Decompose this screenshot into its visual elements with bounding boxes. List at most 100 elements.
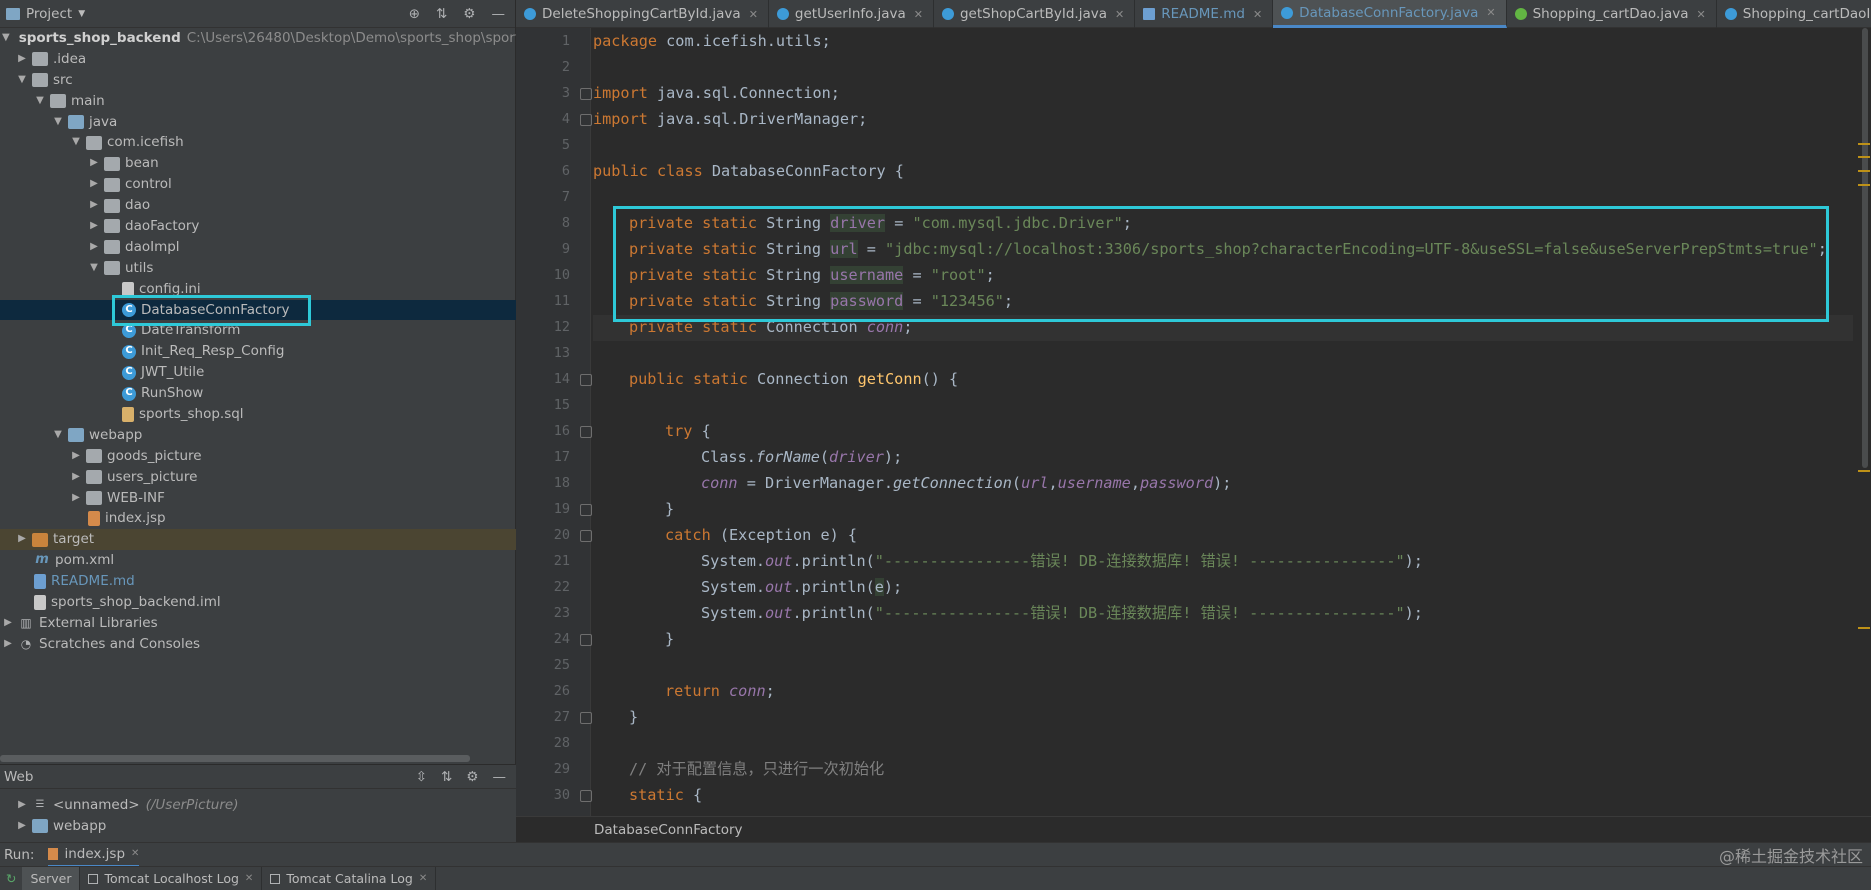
close-icon[interactable]: ✕	[1697, 8, 1706, 21]
tree-item-daofactory[interactable]: ▶ daoFactory	[0, 216, 516, 237]
tree-item-package[interactable]: ▼ com.icefish	[0, 132, 516, 153]
minimize-icon[interactable]: —	[493, 769, 507, 785]
tree-item-iml[interactable]: sports_shop_backend.iml	[0, 592, 516, 613]
tree-item-external-libraries[interactable]: ▶ ▥ External Libraries	[0, 613, 516, 634]
tree-item-sql-file[interactable]: sports_shop.sql	[0, 404, 516, 425]
tab-tomcat-catalina-log[interactable]: Tomcat Catalina Log ✕	[262, 866, 437, 890]
scroll-marker[interactable]	[1858, 470, 1870, 472]
close-icon[interactable]: ✕	[749, 8, 758, 21]
tree-item-config-ini[interactable]: config.ini	[0, 279, 516, 300]
scrollbar-thumb[interactable]	[1862, 28, 1868, 468]
fold-marker-icon[interactable]	[580, 530, 592, 542]
code-editor[interactable]: package com.icefish.utils; import java.s…	[593, 28, 1853, 816]
tab-server[interactable]: Server	[22, 866, 81, 890]
tree-item-databaseconnfactory[interactable]: C DatabaseConnFactory	[0, 299, 516, 321]
tree-item-root[interactable]: ▼ sports_shop_backend C:\Users\26480\Des…	[0, 28, 582, 49]
scroll-marker[interactable]	[1858, 156, 1870, 158]
close-icon[interactable]: ✕	[914, 8, 923, 21]
tree-item-pom[interactable]: m pom.xml	[0, 550, 516, 571]
tree-item-bean[interactable]: ▶ bean	[0, 153, 516, 174]
tab-deleteshoppingcartbyid[interactable]: DeleteShoppingCartById.java ✕	[516, 0, 769, 28]
tab-databaseconnfactory[interactable]: DatabaseConnFactory.java ✕	[1273, 0, 1507, 28]
tree-item-java[interactable]: ▼ java	[0, 112, 516, 133]
tree-item-readme[interactable]: README.md	[0, 571, 516, 592]
chevron-down-icon[interactable]: ▼	[70, 132, 82, 153]
chevron-down-icon[interactable]: ▼	[2, 28, 10, 49]
fold-marker-icon[interactable]	[580, 504, 592, 516]
tree-item-utils[interactable]: ▼ utils	[0, 258, 516, 279]
tree-item-target[interactable]: ▶ target	[0, 529, 516, 551]
tree-item-idea[interactable]: ▶ .idea	[0, 49, 516, 70]
fold-marker-icon[interactable]	[580, 426, 592, 438]
close-icon[interactable]: ✕	[131, 848, 139, 859]
gear-icon[interactable]: ⚙	[466, 769, 478, 785]
chevron-right-icon[interactable]: ▶	[16, 49, 28, 70]
tree-item-index-jsp[interactable]: index.jsp	[0, 508, 516, 529]
chevron-right-icon[interactable]: ▶	[88, 216, 100, 237]
breadcrumb[interactable]: DatabaseConnFactory	[516, 816, 1871, 842]
tab-shopping-cartdao[interactable]: Shopping_cartDao.java ✕	[1507, 0, 1717, 28]
tree-item-users-picture[interactable]: ▶ users_picture	[0, 467, 516, 488]
tree-item-main[interactable]: ▼ main	[0, 91, 516, 112]
tree-item-src[interactable]: ▼ src	[0, 70, 516, 91]
chevron-right-icon[interactable]: ▶	[16, 795, 28, 816]
close-icon[interactable]: ✕	[1486, 6, 1495, 19]
tree-item-goods-picture[interactable]: ▶ goods_picture	[0, 446, 516, 467]
chevron-right-icon[interactable]: ▶	[16, 529, 28, 550]
chevron-right-icon[interactable]: ▶	[70, 467, 82, 488]
close-icon[interactable]: ✕	[419, 873, 427, 884]
fold-marker-icon[interactable]	[580, 114, 592, 126]
tree-item-dao[interactable]: ▶ dao	[0, 195, 516, 216]
chevron-right-icon[interactable]: ▶	[88, 153, 100, 174]
chevron-right-icon[interactable]: ▶	[88, 237, 100, 258]
tab-getuserinfo[interactable]: getUserInfo.java ✕	[769, 0, 934, 28]
scroll-marker[interactable]	[1858, 184, 1870, 186]
scroll-marker[interactable]	[1858, 143, 1870, 145]
chevron-right-icon[interactable]: ▶	[2, 613, 14, 634]
scroll-marker[interactable]	[1858, 170, 1870, 172]
close-icon[interactable]: ✕	[245, 873, 253, 884]
tab-shopping-cartdaoimpl[interactable]: Shopping_cartDaoImpl.java	[1717, 0, 1871, 28]
tree-item-datetransform[interactable]: C DateTransform	[0, 320, 516, 341]
close-icon[interactable]: ✕	[1115, 8, 1124, 21]
tree-item-scratches[interactable]: ▶ ◔ Scratches and Consoles	[0, 634, 516, 655]
fold-marker-icon[interactable]	[580, 634, 592, 646]
horizontal-scrollbar[interactable]	[0, 755, 470, 762]
tree-item-runshow[interactable]: C RunShow	[0, 383, 516, 404]
chevron-down-icon[interactable]: ▼	[34, 91, 46, 112]
run-tab-index-jsp[interactable]: index.jsp ✕	[48, 843, 140, 867]
chevron-right-icon[interactable]: ▶	[16, 816, 28, 837]
project-view-selector[interactable]: Project ▼	[6, 6, 85, 22]
chevron-right-icon[interactable]: ▶	[70, 488, 82, 509]
gear-icon[interactable]: ⚙	[463, 6, 475, 22]
tab-getshopcartbyid[interactable]: getShopCartById.java ✕	[934, 0, 1136, 28]
web-item-webapp[interactable]: ▶ webapp	[0, 816, 516, 837]
breadcrumb-class[interactable]: DatabaseConnFactory	[594, 822, 743, 838]
chevron-right-icon[interactable]: ▶	[88, 195, 100, 216]
expand-all-icon[interactable]: ⇳	[416, 769, 427, 785]
scroll-marker[interactable]	[1858, 627, 1870, 629]
minimize-icon[interactable]: —	[492, 6, 506, 22]
chevron-down-icon[interactable]: ▼	[52, 425, 64, 446]
collapse-all-icon[interactable]: ⇅	[441, 769, 452, 785]
tree-item-control[interactable]: ▶ control	[0, 174, 516, 195]
tree-item-daoimpl[interactable]: ▶ daoImpl	[0, 237, 516, 258]
fold-marker-icon[interactable]	[580, 712, 592, 724]
fold-marker-icon[interactable]	[580, 790, 592, 802]
fold-marker-icon[interactable]	[580, 374, 592, 386]
tree-item-webapp[interactable]: ▼ webapp	[0, 425, 516, 446]
tree-item-jwt-utile[interactable]: C JWT_Utile	[0, 362, 516, 383]
tab-readme[interactable]: README.md ✕	[1135, 0, 1274, 28]
chevron-down-icon[interactable]: ▼	[88, 258, 100, 279]
chevron-right-icon[interactable]: ▶	[70, 446, 82, 467]
fold-marker-icon[interactable]	[580, 88, 592, 100]
locate-target-icon[interactable]: ⊕	[409, 6, 420, 22]
chevron-right-icon[interactable]: ▶	[88, 174, 100, 195]
tree-item-web-inf[interactable]: ▶ WEB-INF	[0, 488, 516, 509]
chevron-down-icon[interactable]: ▼	[16, 70, 28, 91]
close-icon[interactable]: ✕	[1253, 8, 1262, 21]
chevron-right-icon[interactable]: ▶	[2, 634, 14, 655]
chevron-down-icon[interactable]: ▼	[52, 112, 64, 133]
rerun-icon[interactable]: ↻	[0, 871, 22, 886]
tree-item-init-req-resp-config[interactable]: C Init_Req_Resp_Config	[0, 341, 516, 362]
